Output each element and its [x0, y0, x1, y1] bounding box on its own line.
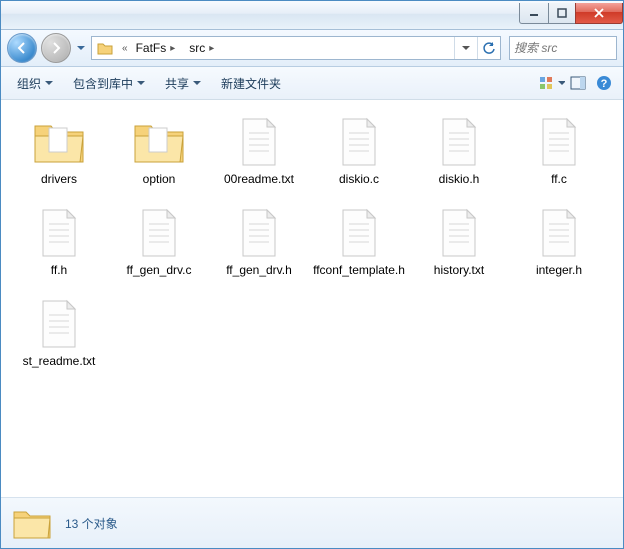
explorer-window: « FatFs▸ src▸ 组织 包含到库中	[0, 0, 624, 549]
organize-menu[interactable]: 组织	[7, 67, 63, 99]
file-item[interactable]: history.txt	[409, 205, 509, 278]
item-label: diskio.h	[439, 172, 480, 187]
preview-pane-button[interactable]	[565, 67, 591, 99]
file-item[interactable]: integer.h	[509, 205, 609, 278]
file-item[interactable]: ff_gen_drv.c	[109, 205, 209, 278]
navbar: « FatFs▸ src▸	[1, 30, 623, 67]
file-icon	[527, 114, 591, 170]
folder-icon	[11, 504, 53, 542]
new-folder-button[interactable]: 新建文件夹	[211, 67, 291, 99]
file-item[interactable]: 00readme.txt	[209, 114, 309, 187]
chevron-down-icon	[45, 81, 53, 86]
forward-button[interactable]	[41, 33, 71, 63]
file-item[interactable]: ff.c	[509, 114, 609, 187]
file-icon	[27, 296, 91, 352]
file-icon	[427, 205, 491, 261]
search-input[interactable]	[510, 41, 624, 55]
file-icon	[327, 114, 391, 170]
toolbar: 组织 包含到库中 共享 新建文件夹 ?	[1, 67, 623, 100]
item-label: ffconf_template.h	[313, 263, 405, 278]
chevron-down-icon	[77, 46, 85, 51]
back-button[interactable]	[7, 33, 37, 63]
file-item[interactable]: diskio.h	[409, 114, 509, 187]
maximize-icon	[557, 8, 567, 18]
item-label: st_readme.txt	[23, 354, 96, 369]
file-icon	[27, 205, 91, 261]
chevron-right-icon: ▸	[166, 43, 179, 54]
svg-text:?: ?	[601, 78, 608, 90]
breadcrumb-item[interactable]: src▸	[185, 37, 224, 59]
toolbar-label: 新建文件夹	[221, 75, 281, 92]
file-icon	[527, 205, 591, 261]
refresh-icon	[482, 41, 496, 55]
chevron-down-icon	[137, 81, 145, 86]
item-label: ff.c	[551, 172, 567, 187]
status-count: 13 个对象	[65, 515, 118, 532]
close-icon	[593, 8, 605, 18]
item-label: integer.h	[536, 263, 582, 278]
view-icon	[539, 76, 556, 90]
arrow-right-icon	[49, 41, 63, 55]
toolbar-label: 组织	[17, 75, 41, 92]
refresh-button[interactable]	[477, 37, 500, 59]
folder-icon	[127, 114, 191, 170]
maximize-button[interactable]	[548, 3, 576, 24]
include-in-library-menu[interactable]: 包含到库中	[63, 67, 155, 99]
folder-glyph-icon	[94, 37, 116, 59]
items-grid: drivers option 00readme.txt diskio.c diskio.…	[9, 114, 615, 387]
help-icon: ?	[596, 75, 612, 91]
file-icon	[327, 205, 391, 261]
addressbar[interactable]: « FatFs▸ src▸	[91, 36, 501, 60]
share-menu[interactable]: 共享	[155, 67, 211, 99]
item-label: 00readme.txt	[224, 172, 294, 187]
file-item[interactable]: st_readme.txt	[9, 296, 109, 369]
chevron-down-icon	[558, 81, 565, 86]
crumb-label: FatFs	[136, 41, 167, 55]
recent-locations-button[interactable]	[75, 34, 87, 62]
close-button[interactable]	[575, 3, 623, 24]
folder-item[interactable]: option	[109, 114, 209, 187]
preview-pane-icon	[570, 76, 586, 90]
content-area[interactable]: drivers option 00readme.txt diskio.c diskio.…	[1, 100, 623, 497]
item-label: option	[143, 172, 176, 187]
file-item[interactable]: diskio.c	[309, 114, 409, 187]
minimize-icon	[529, 8, 539, 18]
minimize-button[interactable]	[519, 3, 549, 24]
file-icon	[127, 205, 191, 261]
file-icon	[227, 205, 291, 261]
file-item[interactable]: ff.h	[9, 205, 109, 278]
file-item[interactable]: ff_gen_drv.h	[209, 205, 309, 278]
item-label: ff_gen_drv.h	[226, 263, 292, 278]
file-icon	[227, 114, 291, 170]
folder-item[interactable]: drivers	[9, 114, 109, 187]
arrow-left-icon	[15, 41, 29, 55]
toolbar-label: 包含到库中	[73, 75, 133, 92]
breadcrumb-item[interactable]: FatFs▸	[132, 37, 186, 59]
chevron-right-icon: ▸	[205, 43, 218, 54]
crumb-prefix: «	[118, 43, 132, 54]
view-options-button[interactable]	[539, 67, 565, 99]
chevron-down-icon	[193, 81, 201, 86]
item-label: ff_gen_drv.c	[127, 263, 192, 278]
searchbox[interactable]	[509, 36, 617, 60]
folder-icon	[27, 114, 91, 170]
titlebar	[1, 1, 623, 30]
toolbar-label: 共享	[165, 75, 189, 92]
item-label: diskio.c	[339, 172, 379, 187]
file-icon	[427, 114, 491, 170]
address-history-button[interactable]	[454, 37, 477, 59]
chevron-down-icon	[462, 46, 470, 51]
help-button[interactable]: ?	[591, 67, 617, 99]
statusbar: 13 个对象	[1, 497, 623, 548]
item-label: ff.h	[51, 263, 67, 278]
window-buttons	[520, 3, 623, 23]
file-item[interactable]: ffconf_template.h	[309, 205, 409, 278]
item-label: history.txt	[434, 263, 484, 278]
crumb-label: src	[189, 41, 205, 55]
item-label: drivers	[41, 172, 77, 187]
